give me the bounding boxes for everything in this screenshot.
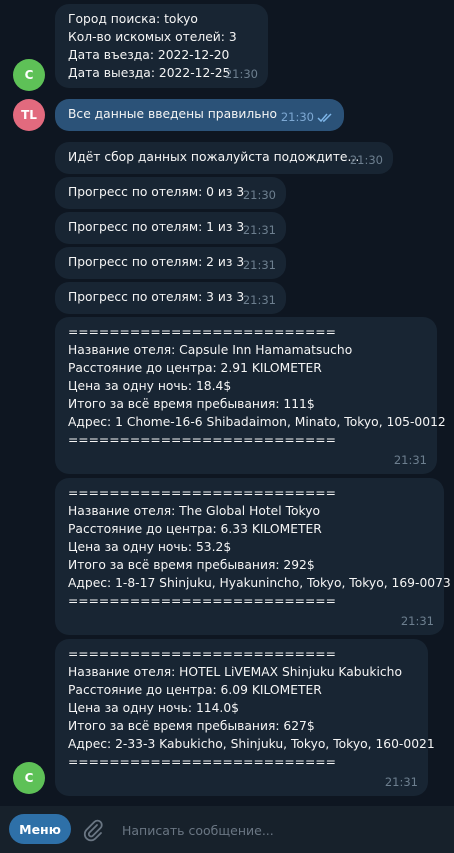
message-line: ==========================: [68, 433, 336, 447]
hotel-price: Цена за одну ночь: 18.4$: [68, 379, 232, 393]
message-bubble-outgoing: Все данные введены правильно 21:30: [55, 99, 344, 131]
message-time: 21:31: [393, 453, 427, 467]
hotel-total: Итого за всё время пребывания: 292$: [68, 558, 315, 572]
message-time: 21:31: [400, 614, 434, 628]
bot-avatar[interactable]: C: [13, 762, 45, 794]
message-time: 21:30: [224, 67, 258, 81]
message-bubble: Прогресс по отелям: 2 из 3 21:31: [55, 247, 286, 279]
message-line: ==========================: [68, 594, 336, 608]
message-input[interactable]: [120, 818, 444, 842]
message-bubble: Прогресс по отелям: 3 из 3 21:31: [55, 282, 286, 314]
hotel-price: Цена за одну ночь: 114.0$: [68, 701, 239, 715]
hotel-distance: Расстояние до центра: 6.33 KILOMETER: [68, 522, 322, 536]
message-line: Идёт сбор данных пожалуйста подождите...: [68, 150, 360, 164]
hotel-message-bubble: ========================== Название отел…: [55, 478, 451, 635]
message-time: 21:30: [349, 153, 383, 167]
hotel-distance: Расстояние до центра: 6.09 KILOMETER: [68, 683, 322, 697]
hotel-total: Итого за всё время пребывания: 627$: [68, 719, 315, 733]
message-line: ==========================: [68, 486, 336, 500]
message-time: 21:30: [280, 110, 314, 124]
hotel-distance: Расстояние до центра: 2.91 KILOMETER: [68, 361, 322, 375]
message-bubble: Идёт сбор данных пожалуйста подождите...…: [55, 142, 393, 174]
paperclip-icon[interactable]: [82, 818, 104, 842]
hotel-name: Название отеля: Capsule Inn Hamamatsucho: [68, 343, 353, 357]
message-time: 21:31: [384, 775, 418, 789]
message-time: 21:31: [242, 223, 276, 237]
message-line: Город поиска: tokyo: [68, 12, 198, 26]
message-time: 21:31: [242, 293, 276, 307]
bot-avatar[interactable]: C: [13, 59, 45, 91]
hotel-address: Адрес: 1-8-17 Shinjuku, Hyakunincho, Tok…: [68, 576, 451, 590]
message-line: ==========================: [68, 325, 336, 339]
message-bubble: Прогресс по отелям: 0 из 3 21:30: [55, 177, 286, 209]
chat-area: Город поиска: tokyo Кол-во искомых отеле…: [0, 0, 454, 806]
message-line: ==========================: [68, 647, 336, 661]
hotel-address: Адрес: 1 Chome-16-6 Shibadaimon, Minato,…: [68, 415, 446, 429]
message-line: Дата въезда: 2022-12-20: [68, 48, 230, 62]
hotel-name: Название отеля: HOTEL LiVEMAX Shinjuku K…: [68, 665, 403, 679]
user-avatar[interactable]: TL: [13, 99, 45, 131]
message-bubble: Город поиска: tokyo Кол-во искомых отеле…: [55, 4, 268, 88]
menu-button[interactable]: Меню: [9, 814, 71, 844]
message-line: ==========================: [68, 755, 336, 769]
message-bubble: Прогресс по отелям: 1 из 3 21:31: [55, 212, 286, 244]
message-time: 21:31: [242, 258, 276, 272]
hotel-name: Название отеля: The Global Hotel Tokyo: [68, 504, 320, 518]
hotel-total: Итого за всё время пребывания: 111$: [68, 397, 315, 411]
hotel-message-bubble: ========================== Название отел…: [55, 317, 446, 474]
message-line: Кол-во искомых отелей: 3: [68, 30, 237, 44]
hotel-price: Цена за одну ночь: 53.2$: [68, 540, 232, 554]
hotel-message-bubble: ========================== Название отел…: [55, 639, 435, 796]
read-checkmarks-icon: [317, 113, 332, 123]
message-time: 21:30: [242, 188, 276, 202]
composer-bar: Меню: [0, 806, 454, 853]
hotel-address: Адрес: 2-33-3 Kabukicho, Shinjuku, Tokyo…: [68, 737, 435, 751]
